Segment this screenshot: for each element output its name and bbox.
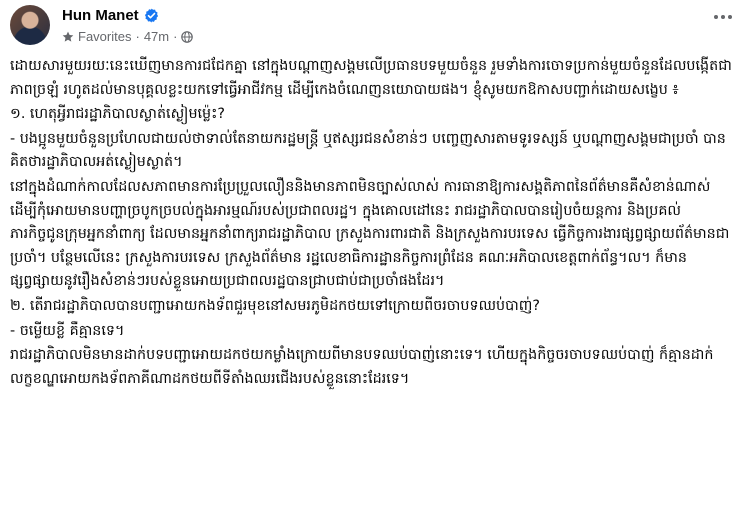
more-options-button[interactable] bbox=[709, 7, 737, 27]
post-header: Hun Manet Favorites · 47m · bbox=[10, 5, 737, 49]
post-question-heading: ១. ហេតុអ្វីរាជរដ្ឋាភិបាលស្ងាត់ស្ងៀមម្ល៉េ… bbox=[10, 106, 226, 123]
facebook-post: Hun Manet Favorites · 47m · ដោយសារមួយរយៈ… bbox=[0, 0, 747, 509]
meta-separator: · bbox=[173, 29, 178, 44]
globe-icon bbox=[181, 30, 194, 43]
post-question-heading: ២. តើរាជរដ្ឋាភិបាលបានបញ្ជាអោយកងទ័ពជួរមុខ… bbox=[10, 297, 540, 314]
post-paragraph: - ចម្លើយខ្លី គឺគ្មានទេ។ bbox=[10, 322, 125, 339]
audience-label[interactable]: Favorites bbox=[78, 29, 131, 44]
post-text: ដោយសារមួយរយៈនេះឃើញមានការជជែកគ្នា នៅក្នុង… bbox=[10, 55, 735, 392]
more-options-icon bbox=[714, 15, 718, 19]
author-name[interactable]: Hun Manet bbox=[62, 7, 139, 24]
post-paragraph: នៅក្នុងដំណាក់កាលដែលសភាពមានការប្រែប្រួលលឿ… bbox=[10, 178, 730, 290]
verified-badge-icon bbox=[144, 8, 159, 23]
meta-separator: · bbox=[135, 29, 140, 44]
post-time[interactable]: 47m bbox=[144, 29, 169, 44]
post-paragraph: រាជរដ្ឋាភិបាលមិនមានដាក់បទបញ្ជាអោយដកថយកម្… bbox=[10, 347, 714, 387]
post-paragraph: - បងប្អូនមួយចំនួនប្រហែលជាយល់ថាទាល់តែនាយក… bbox=[10, 130, 726, 171]
avatar[interactable] bbox=[10, 5, 50, 45]
post-meta: Favorites · 47m · bbox=[62, 29, 194, 44]
star-icon bbox=[62, 31, 74, 43]
post-paragraph: ដោយសារមួយរយៈនេះឃើញមានការជជែកគ្នា នៅក្នុង… bbox=[10, 58, 732, 98]
author-row: Hun Manet bbox=[62, 7, 159, 24]
